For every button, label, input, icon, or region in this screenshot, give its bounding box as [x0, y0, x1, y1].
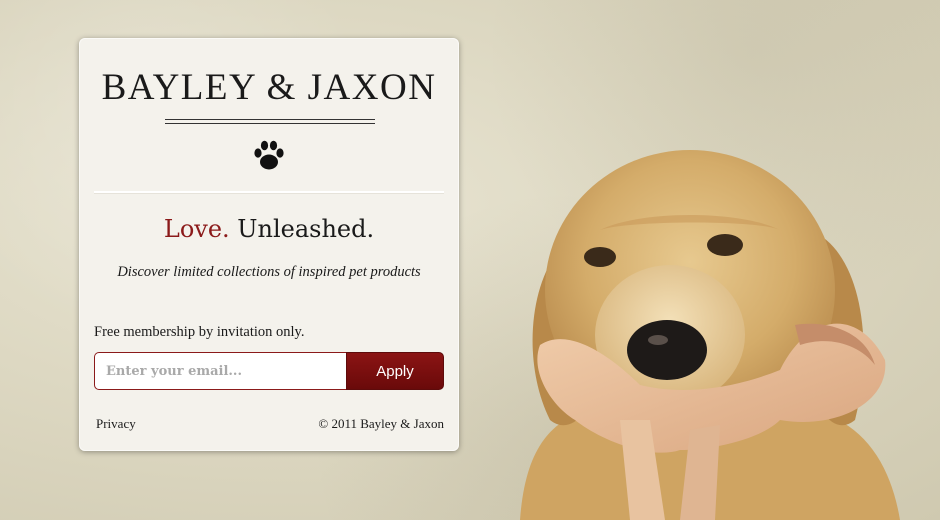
paw-icon	[254, 140, 284, 170]
membership-text: Free membership by invitation only.	[94, 324, 305, 340]
copyright-text: © 2011 Bayley & Jaxon	[318, 416, 444, 431]
logo-rule-top	[165, 119, 375, 120]
email-field[interactable]	[94, 352, 346, 390]
brand-logo-text: BAYLEY & JAXON	[101, 67, 437, 108]
tagline-rest: Unleashed.	[229, 215, 375, 243]
apply-button[interactable]: Apply	[346, 352, 444, 390]
subtitle: Discover limited collections of inspired…	[117, 264, 421, 280]
logo-rule-bottom	[165, 123, 375, 124]
tagline: Love. Unleashed.	[79, 215, 459, 243]
tagline-accent: Love.	[163, 215, 230, 243]
header-divider	[94, 191, 444, 193]
privacy-link[interactable]: Privacy	[96, 416, 136, 432]
signup-card: BAYLEY & JAXON Love. Unleashed. Discover…	[79, 38, 459, 451]
golden-retriever-photo	[520, 150, 900, 520]
